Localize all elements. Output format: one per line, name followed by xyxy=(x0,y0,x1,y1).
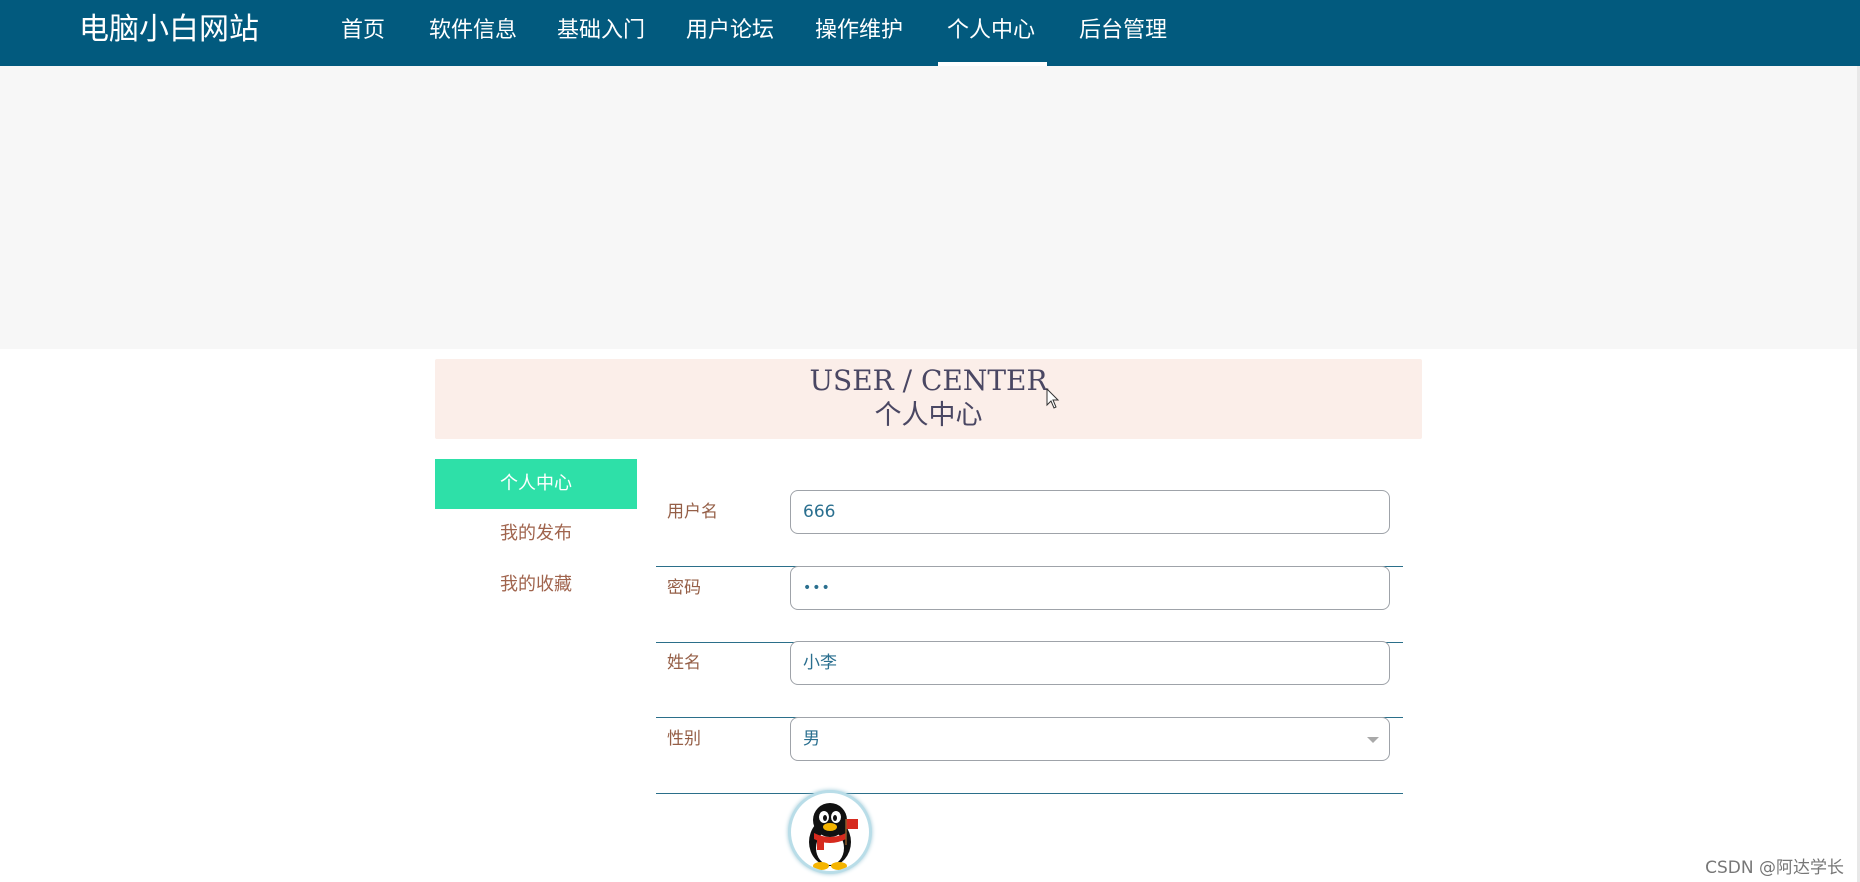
password-input[interactable]: ••• xyxy=(790,566,1390,610)
gender-select[interactable]: 男 xyxy=(790,717,1390,761)
sidebar-item-my-posts[interactable]: 我的发布 xyxy=(435,509,637,559)
gender-label: 性别 xyxy=(667,729,701,749)
banner-area xyxy=(0,66,1860,349)
username-label: 用户名 xyxy=(667,502,718,522)
chevron-down-icon xyxy=(1367,737,1379,743)
nav-item-home[interactable]: 首页 xyxy=(341,16,385,46)
nav-item-software-info[interactable]: 软件信息 xyxy=(429,16,517,46)
site-brand[interactable]: 电脑小白网站 xyxy=(79,12,259,48)
form-row-gender: 性别 男 xyxy=(656,717,1403,794)
nav-item-user-center[interactable]: 个人中心 xyxy=(947,16,1035,46)
section-title-chinese: 个人中心 xyxy=(874,400,983,431)
mouse-pointer-icon xyxy=(1046,388,1060,409)
nav-item-forum[interactable]: 用户论坛 xyxy=(686,16,774,46)
section-title-english: USER / CENTER xyxy=(809,364,1048,397)
sidebar-item-my-favorites[interactable]: 我的收藏 xyxy=(435,560,637,610)
sidebar-item-user-center[interactable]: 个人中心 xyxy=(435,459,637,509)
name-input[interactable]: 小李 xyxy=(790,641,1390,685)
name-label: 姓名 xyxy=(667,653,701,673)
form-row-username: 用户名 666 xyxy=(656,490,1403,567)
top-navbar: 电脑小白网站 首页 软件信息 基础入门 用户论坛 操作维护 个人中心 后台管理 xyxy=(0,0,1860,66)
username-input[interactable]: 666 xyxy=(790,490,1390,534)
form-row-password: 密码 ••• xyxy=(656,566,1403,643)
gender-selected-value: 男 xyxy=(803,729,820,749)
nav-item-admin[interactable]: 后台管理 xyxy=(1079,16,1167,46)
section-header: USER / CENTER 个人中心 xyxy=(435,359,1422,439)
watermark-text: CSDN @阿达学长 xyxy=(1705,858,1844,878)
qq-penguin-avatar-icon xyxy=(809,803,858,870)
form-row-name: 姓名 小李 xyxy=(656,641,1403,718)
nav-item-maintenance[interactable]: 操作维护 xyxy=(815,16,903,46)
nav-item-basics[interactable]: 基础入门 xyxy=(557,16,645,46)
password-label: 密码 xyxy=(667,578,701,598)
avatar[interactable] xyxy=(788,790,872,874)
